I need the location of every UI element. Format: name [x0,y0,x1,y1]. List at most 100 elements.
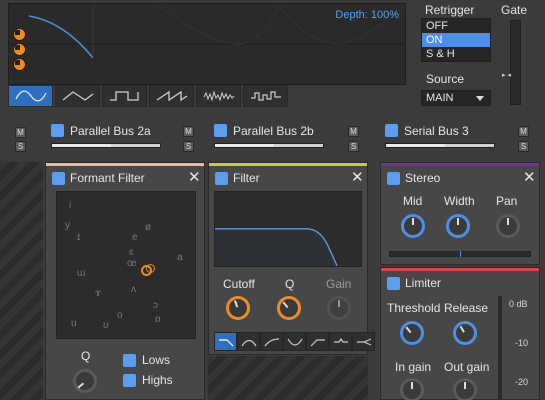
filter-enable-checkbox[interactable] [215,172,228,185]
waveform-square-tab[interactable] [102,85,147,107]
vowel-label: e [132,232,138,243]
highpass-icon [310,338,325,346]
waveform-triangle-tab[interactable] [55,85,100,107]
bus-2b-level-slider[interactable] [214,143,324,148]
bus-2a-level-slider[interactable] [51,143,161,148]
waveform-random-steps-tab[interactable] [243,85,288,107]
retrigger-option-on[interactable]: ON [422,33,490,47]
bus-2b-enable-checkbox[interactable] [214,124,227,137]
gate-handle-icon[interactable]: ▸ ◂ [502,71,511,79]
highs-label: Highs [142,373,173,387]
filter-notch-tab[interactable] [283,332,306,351]
formant-close-icon[interactable]: ✕ [188,170,201,185]
formant-accent-bar [46,163,204,166]
formant-q-knob[interactable] [73,369,97,393]
main-solo-button[interactable]: S [15,141,26,152]
lfo-display[interactable]: Depth: 100% [8,3,406,85]
vowel-label: y [65,220,70,231]
gate-label: Gate [501,3,528,17]
filter-highpass-tab[interactable] [306,332,329,351]
stereo-enable-checkbox[interactable] [387,172,400,185]
filter-gain-knob[interactable] [327,296,351,320]
highshelf-icon [264,337,279,346]
formant-enable-checkbox[interactable] [52,172,65,185]
noise-wave-icon [203,90,234,102]
filter-close-icon[interactable]: ✕ [351,170,364,185]
out-gain-knob[interactable] [453,378,477,400]
bus-2a-mute-button[interactable]: M [183,126,194,137]
bus-2b-mute-button[interactable]: M [348,126,359,137]
bus-2a-solo-button[interactable]: S [183,141,194,152]
bus-2a-enable-checkbox[interactable] [51,124,64,137]
stereo-close-icon[interactable]: ✕ [523,170,536,185]
out-gain-label: Out gain [444,360,490,374]
empty-slot-area [208,356,368,400]
bus-2b-solo-button[interactable]: S [348,141,359,152]
filter-highshelf-tab[interactable] [260,332,283,351]
sine-wave-icon [14,90,47,102]
highs-checkbox[interactable] [123,374,136,387]
filter-q-label: Q [285,277,295,291]
cutoff-knob[interactable] [226,296,250,320]
limiter-enable-checkbox[interactable] [387,277,400,290]
pan-knob[interactable] [496,214,520,238]
bus-3-level-fill [386,144,446,147]
filter-q-knob[interactable] [277,296,301,320]
mid-knob[interactable] [401,214,425,238]
bus-3-enable-checkbox[interactable] [385,124,398,137]
bandpass-icon [240,339,257,346]
vowel-label: ɛ [129,247,134,258]
threshold-knob[interactable] [400,321,424,345]
retrigger-option-off[interactable]: OFF [422,19,490,33]
filter-peak-tab[interactable] [329,332,352,351]
lfo-rate-knob[interactable] [13,28,26,41]
retrigger-option-sample-hold[interactable]: S & H [422,47,490,61]
vowel-label: o [117,310,123,321]
gate-slider[interactable] [510,20,521,105]
waveform-noise-tab[interactable] [196,85,241,107]
in-gain-label: In gain [395,360,432,374]
empty-slot-area [0,162,43,400]
bus-3-solo-button[interactable]: S [518,141,529,152]
vowel-label: ɪ [77,232,81,243]
meter-tick-minus-10: -10 [515,338,529,348]
formant-filter-panel: Formant Filter ✕ i y ɪ e ø ɛ œ a ɯ ʌ ɤ ɔ… [45,162,205,400]
stereo-title: Stereo [405,171,441,185]
triangle-wave-icon [62,91,93,101]
vowel-label: ɔ [153,300,158,311]
filter-curve [215,228,338,267]
meter-tick-0db: 0 dB [509,299,528,309]
bus-3-label: Serial Bus 3 [404,124,469,138]
source-value: MAIN [426,92,454,104]
filter-bandpass-tab[interactable] [237,332,260,351]
lfo-phase-knob[interactable] [13,43,26,56]
retrigger-list: OFF ON S & H [421,18,491,62]
release-knob[interactable] [453,321,477,345]
filter-lowpass-tab[interactable] [214,332,237,351]
vowel-label: ɤ [95,288,102,299]
stereo-center-marker [460,251,461,257]
waveform-saw-tab[interactable] [149,85,194,107]
lows-label: Lows [142,353,171,367]
lows-checkbox[interactable] [123,354,136,367]
filter-shape-tabs [214,332,375,351]
bus-3-level-slider[interactable] [385,143,495,148]
width-knob[interactable] [446,214,470,238]
cutoff-label: Cutoff [223,277,255,291]
main-mute-button[interactable]: M [15,127,26,138]
lfo-shape-knob[interactable] [13,58,26,71]
chevron-down-icon [476,96,484,101]
lowpass-icon [218,338,233,346]
filter-lowshelf-tab[interactable] [352,332,375,351]
vowel-space-pad[interactable]: i y ɪ e ø ɛ œ a ɯ ʌ ɤ ɔ o u ʊ ɒ [56,191,196,339]
waveform-tabs [8,85,288,107]
source-dropdown[interactable]: MAIN [421,90,491,106]
in-gain-knob[interactable] [400,378,424,400]
bus-2b-label: Parallel Bus 2b [233,124,314,138]
filter-response-graph[interactable] [214,191,362,267]
filter-title: Filter [233,171,260,185]
bus-3-mute-button[interactable]: M [518,126,529,137]
waveform-sine-tab[interactable] [8,85,53,107]
formant-target-marker [146,264,155,273]
vowel-label: u [71,318,77,329]
